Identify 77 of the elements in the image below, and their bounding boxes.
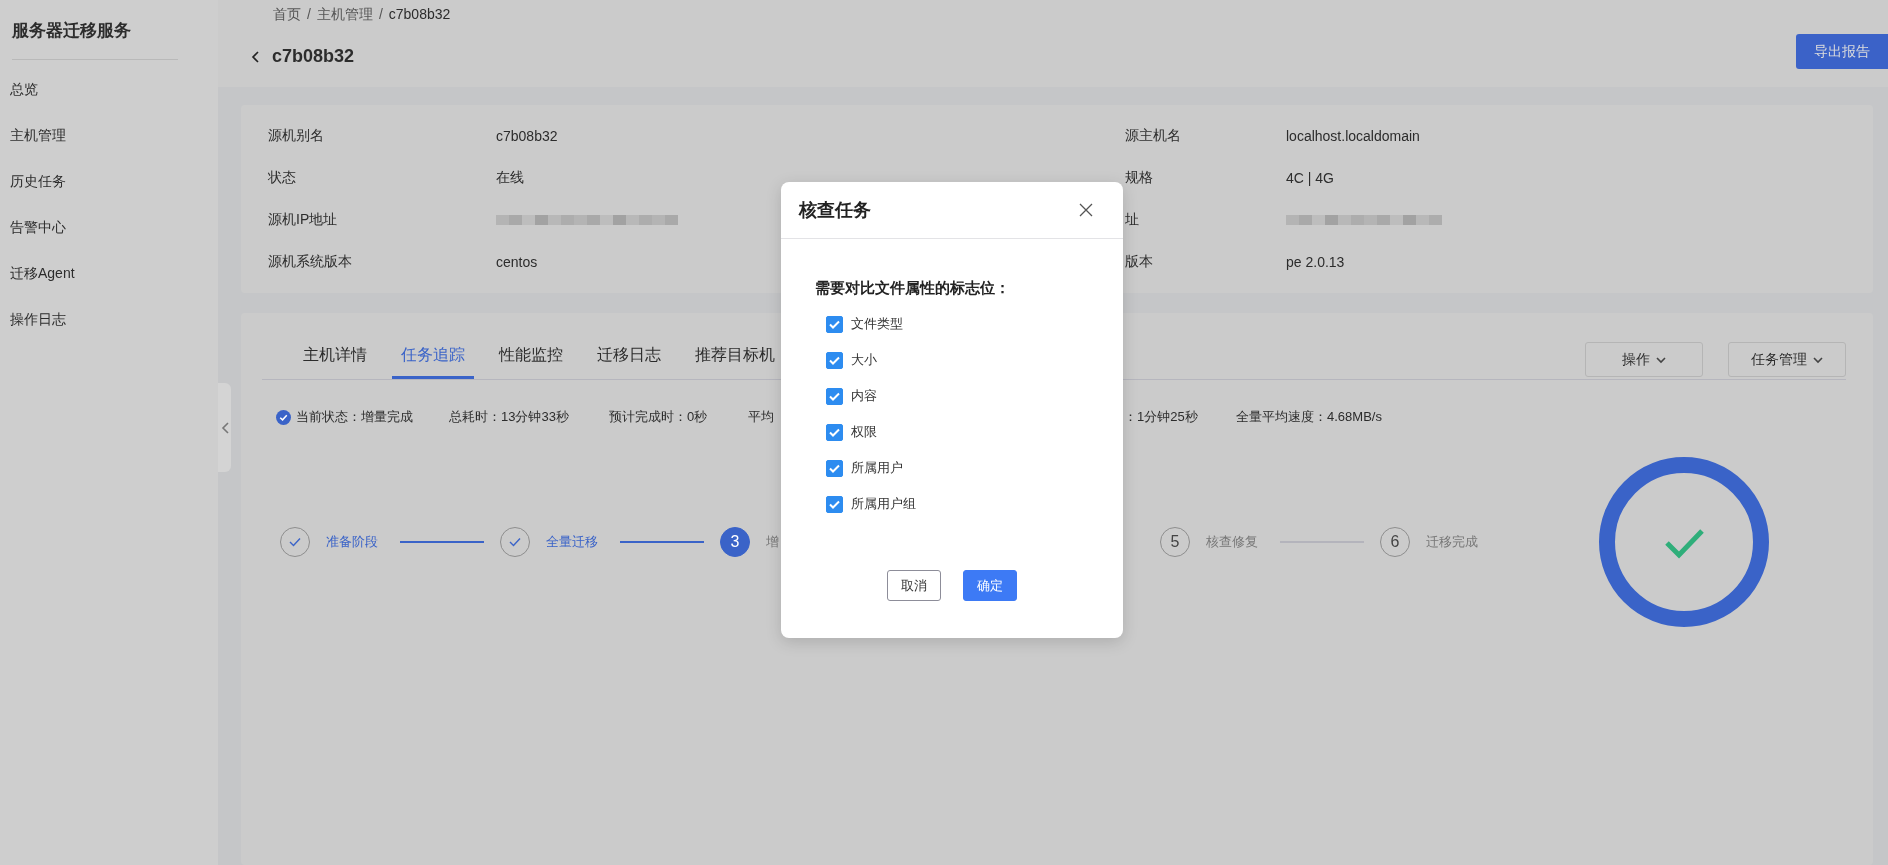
breadcrumb-separator: / (307, 6, 311, 24)
checkbox-label: 大小 (851, 351, 877, 369)
export-report-button[interactable]: 导出报告 (1796, 34, 1888, 69)
step-label: 全量迁移 (546, 533, 599, 551)
field-value: 4C | 4G (1286, 170, 1335, 186)
field-label: 源主机名 (1125, 127, 1182, 145)
dialog-title: 核查任务 (799, 199, 871, 222)
checkbox[interactable] (826, 459, 843, 477)
checkbox[interactable] (826, 423, 843, 441)
breadcrumb-separator: / (378, 6, 383, 24)
step-label: 核查修复 (1206, 533, 1259, 551)
tab[interactable]: 任务追踪 (392, 335, 474, 379)
checkbox[interactable] (826, 315, 843, 333)
breadcrumb-item[interactable]: 主机管理 (316, 6, 373, 26)
nav-item[interactable]: 历史任务 (0, 169, 218, 215)
checkbox[interactable] (826, 387, 843, 405)
check-circle-icon (276, 409, 291, 425)
nav-item[interactable]: 主机管理 (0, 123, 218, 169)
nav-item[interactable]: 迁移Agent (0, 261, 218, 307)
collapse-handle[interactable] (218, 383, 231, 472)
app-title: 服务器迁移服务 (11, 20, 132, 41)
status-text: 平均 (748, 408, 775, 426)
tab[interactable]: 迁移日志 (588, 335, 670, 379)
success-ring-icon (1599, 457, 1769, 627)
field-label: 源机别名 (268, 127, 325, 145)
field-value: centos (496, 254, 539, 270)
checkbox[interactable] (826, 495, 843, 513)
close-icon[interactable] (1079, 203, 1093, 217)
checkmark-icon (288, 536, 302, 548)
step-label: 迁移完成 (1426, 533, 1479, 551)
checkbox[interactable] (826, 351, 843, 369)
back-icon (250, 49, 260, 64)
status-text: 当前状态：增量完成 (296, 408, 413, 426)
field-value: localhost.localdomain (1286, 128, 1421, 144)
checkbox-label: 内容 (851, 387, 877, 405)
status-text: 预计完成时：0秒 (609, 408, 709, 426)
breadcrumb-item[interactable]: 首页 (273, 6, 301, 26)
step-label: 准备阶段 (326, 533, 379, 551)
confirm-button[interactable]: 确定 (963, 570, 1017, 601)
step-label: 增 (766, 533, 780, 551)
checkbox-label: 权限 (851, 423, 877, 441)
checkmark-icon (829, 355, 840, 365)
field-label: 源机系统版本 (268, 253, 353, 271)
status-text: 总耗时：13分钟33秒 (449, 408, 570, 426)
status-text: 全量平均速度：4.68MB/s (1236, 408, 1383, 426)
tab[interactable]: 性能监控 (490, 335, 572, 379)
status-text: ：1分钟25秒 (1124, 408, 1199, 426)
checkmark-icon (829, 499, 840, 509)
checkbox-label: 所属用户组 (851, 495, 916, 513)
field-label: 址 (1125, 211, 1140, 229)
nav-item[interactable]: 告警中心 (0, 215, 218, 261)
page-title: c7b08b32 (272, 46, 355, 67)
field-value: c7b08b32 (496, 128, 559, 144)
checkmark-icon (829, 391, 840, 401)
dropdown-button[interactable]: 任务管理 (1728, 342, 1846, 377)
checkbox-label: 文件类型 (851, 315, 903, 333)
breadcrumb-item: c7b08b32 (388, 6, 451, 24)
nav-item[interactable]: 总览 (0, 77, 218, 123)
field-label: 源机IP地址 (268, 211, 339, 229)
field-label: 规格 (1125, 169, 1154, 187)
nav-item[interactable]: 操作日志 (0, 307, 218, 353)
dropdown-button[interactable]: 操作 (1585, 342, 1703, 377)
checkmark-icon (829, 463, 840, 473)
cancel-button[interactable]: 取消 (887, 570, 941, 601)
tab[interactable]: 主机详情 (294, 335, 376, 379)
checkbox-label: 所属用户 (851, 459, 903, 477)
chevron-left-icon (219, 420, 230, 435)
checkmark-icon (829, 319, 840, 329)
field-value: pe 2.0.13 (1286, 254, 1346, 270)
field-label: 版本 (1125, 253, 1154, 271)
field-label: 状态 (268, 169, 297, 187)
tab[interactable]: 推荐目标机 (686, 335, 784, 379)
checkmark-icon (829, 427, 840, 437)
field-value: 在线 (496, 169, 525, 187)
checkmark-icon (508, 536, 522, 548)
step-number: 3 (720, 527, 750, 557)
dialog-prompt: 需要对比文件属性的标志位： (815, 278, 1011, 298)
